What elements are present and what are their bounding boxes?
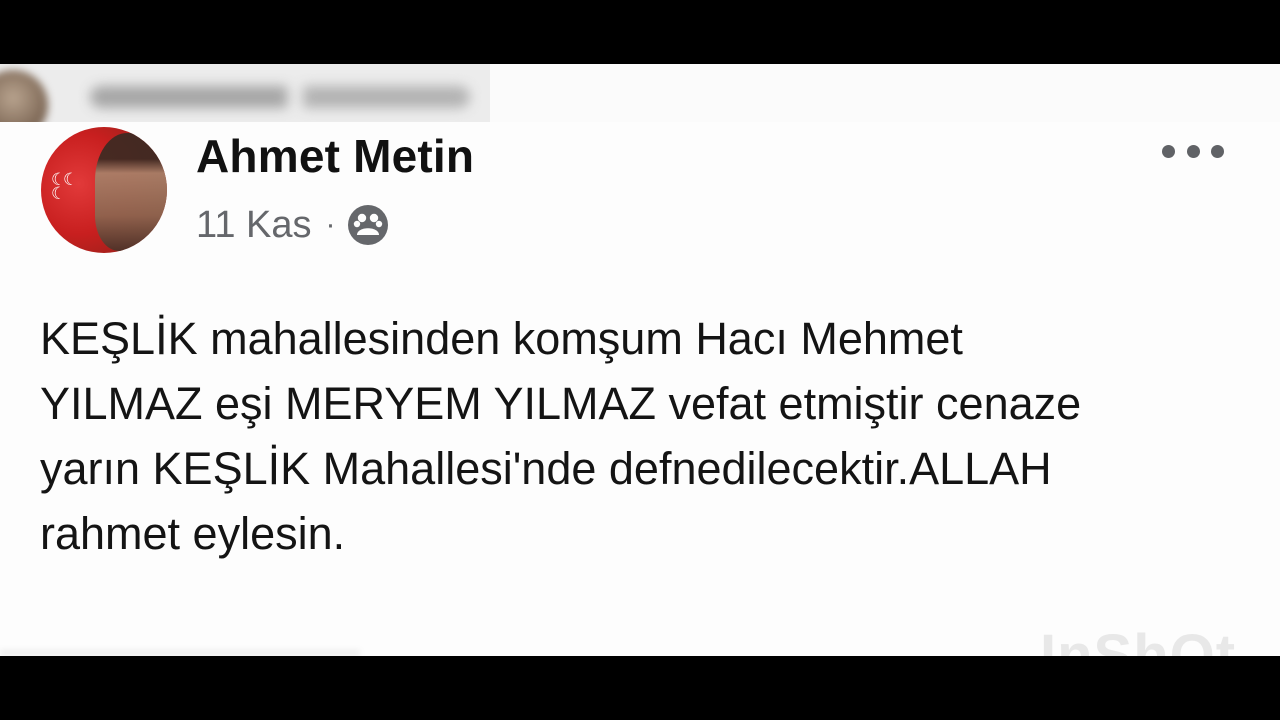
post-text-line: YILMAZ eşi MERYEM YILMAZ vefat etmiştir … (40, 378, 1082, 429)
post-text: KEŞLİK mahallesinden komşum Hacı Mehmet … (40, 306, 1240, 566)
meta-separator: · (325, 208, 336, 241)
post-text-line: KEŞLİK mahallesinden komşum Hacı Mehmet (40, 313, 963, 364)
author-avatar[interactable]: ☾ ☾ ☾ (41, 127, 167, 253)
inshot-watermark: InShOt (1040, 623, 1237, 656)
post-text-line: yarın KEŞLİK Mahallesi'nde defnedilecekt… (40, 443, 1052, 494)
post-date[interactable]: 11 Kas (196, 204, 311, 247)
author-name[interactable]: Ahmet Metin (196, 126, 474, 186)
more-horizontal-icon (1162, 144, 1175, 158)
previous-post-blurred-name (90, 86, 470, 108)
three-crescents-icon: ☾ ☾ ☾ (51, 170, 79, 204)
card-edge-shadow (0, 650, 360, 656)
post-text-line: rahmet eylesin. (40, 508, 346, 559)
friends-icon[interactable] (347, 204, 389, 246)
post: ☾ ☾ ☾ Ahmet Metin 11 Kas · KEŞLİK mahall… (0, 122, 1280, 656)
more-horizontal-icon (1211, 144, 1224, 158)
more-options-button[interactable] (1158, 136, 1228, 166)
previous-post-blurred-strip (0, 64, 490, 122)
video-frame: ☾ ☾ ☾ Ahmet Metin 11 Kas · KEŞLİK mahall… (0, 0, 1280, 720)
facebook-post-card: ☾ ☾ ☾ Ahmet Metin 11 Kas · KEŞLİK mahall… (0, 64, 1280, 656)
avatar-portrait (95, 133, 167, 251)
previous-post-avatar (0, 70, 48, 122)
post-meta: 11 Kas · (196, 200, 389, 250)
more-horizontal-icon (1186, 144, 1200, 158)
